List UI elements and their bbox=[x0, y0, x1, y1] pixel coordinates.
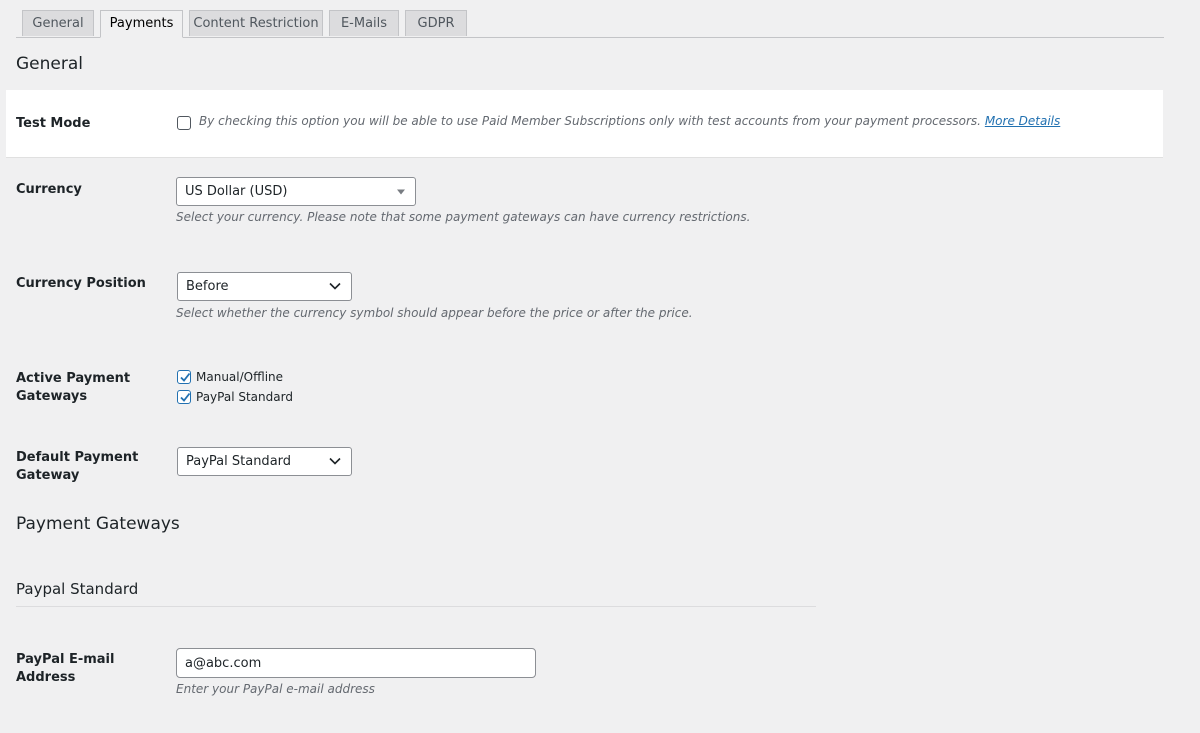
currency-position-label: Currency Position bbox=[16, 276, 146, 291]
currency-label: Currency bbox=[16, 182, 82, 197]
default-gateway-value: PayPal Standard bbox=[186, 454, 292, 469]
tab-payments[interactable]: Payments bbox=[100, 10, 183, 38]
tab-general[interactable]: General bbox=[22, 10, 94, 36]
more-details-link[interactable]: More Details bbox=[985, 114, 1060, 128]
currency-position-description: Select whether the currency symbol shoul… bbox=[176, 306, 693, 320]
active-gateways-label: Active Payment Gateways bbox=[16, 371, 131, 404]
chevron-down-icon bbox=[329, 273, 341, 300]
settings-page: General Payments Content Restriction E-M… bbox=[0, 0, 1200, 733]
test-mode-checkbox[interactable] bbox=[177, 116, 191, 130]
general-heading: General bbox=[16, 54, 83, 74]
manual-offline-checkbox[interactable] bbox=[177, 370, 191, 384]
paypal-standard-checkbox[interactable] bbox=[177, 390, 191, 404]
tab-content-restriction[interactable]: Content Restriction bbox=[189, 10, 323, 36]
tab-emails[interactable]: E-Mails bbox=[329, 10, 399, 36]
currency-select[interactable]: US Dollar (USD) bbox=[176, 177, 416, 206]
paypal-email-input[interactable] bbox=[176, 648, 536, 678]
currency-description: Select your currency. Please note that s… bbox=[176, 210, 751, 224]
paypal-email-label: PayPal E-mail Address bbox=[16, 652, 115, 685]
check-icon bbox=[180, 392, 191, 402]
chevron-down-icon bbox=[329, 448, 341, 475]
payment-gateways-heading: Payment Gateways bbox=[16, 514, 180, 534]
caret-down-icon bbox=[397, 178, 405, 205]
default-gateway-label: Default Payment Gateway bbox=[16, 450, 139, 483]
default-gateway-select[interactable]: PayPal Standard bbox=[177, 447, 352, 476]
check-icon bbox=[180, 372, 191, 382]
currency-position-value: Before bbox=[186, 279, 229, 294]
test-mode-label: Test Mode bbox=[16, 116, 91, 131]
tab-gdpr[interactable]: GDPR bbox=[405, 10, 467, 36]
paypal-email-description: Enter your PayPal e-mail address bbox=[176, 682, 375, 696]
test-mode-description-text: By checking this option you will be able… bbox=[199, 114, 981, 128]
paypal-standard-heading: Paypal Standard bbox=[16, 580, 139, 598]
currency-position-select[interactable]: Before bbox=[177, 272, 352, 301]
paypal-standard-label: PayPal Standard bbox=[196, 390, 293, 404]
currency-select-value: US Dollar (USD) bbox=[185, 184, 288, 199]
test-mode-description: By checking this option you will be able… bbox=[199, 114, 1060, 128]
manual-offline-label: Manual/Offline bbox=[196, 370, 284, 384]
section-divider bbox=[16, 606, 816, 607]
settings-tabs: General Payments Content Restriction E-M… bbox=[16, 10, 1164, 38]
